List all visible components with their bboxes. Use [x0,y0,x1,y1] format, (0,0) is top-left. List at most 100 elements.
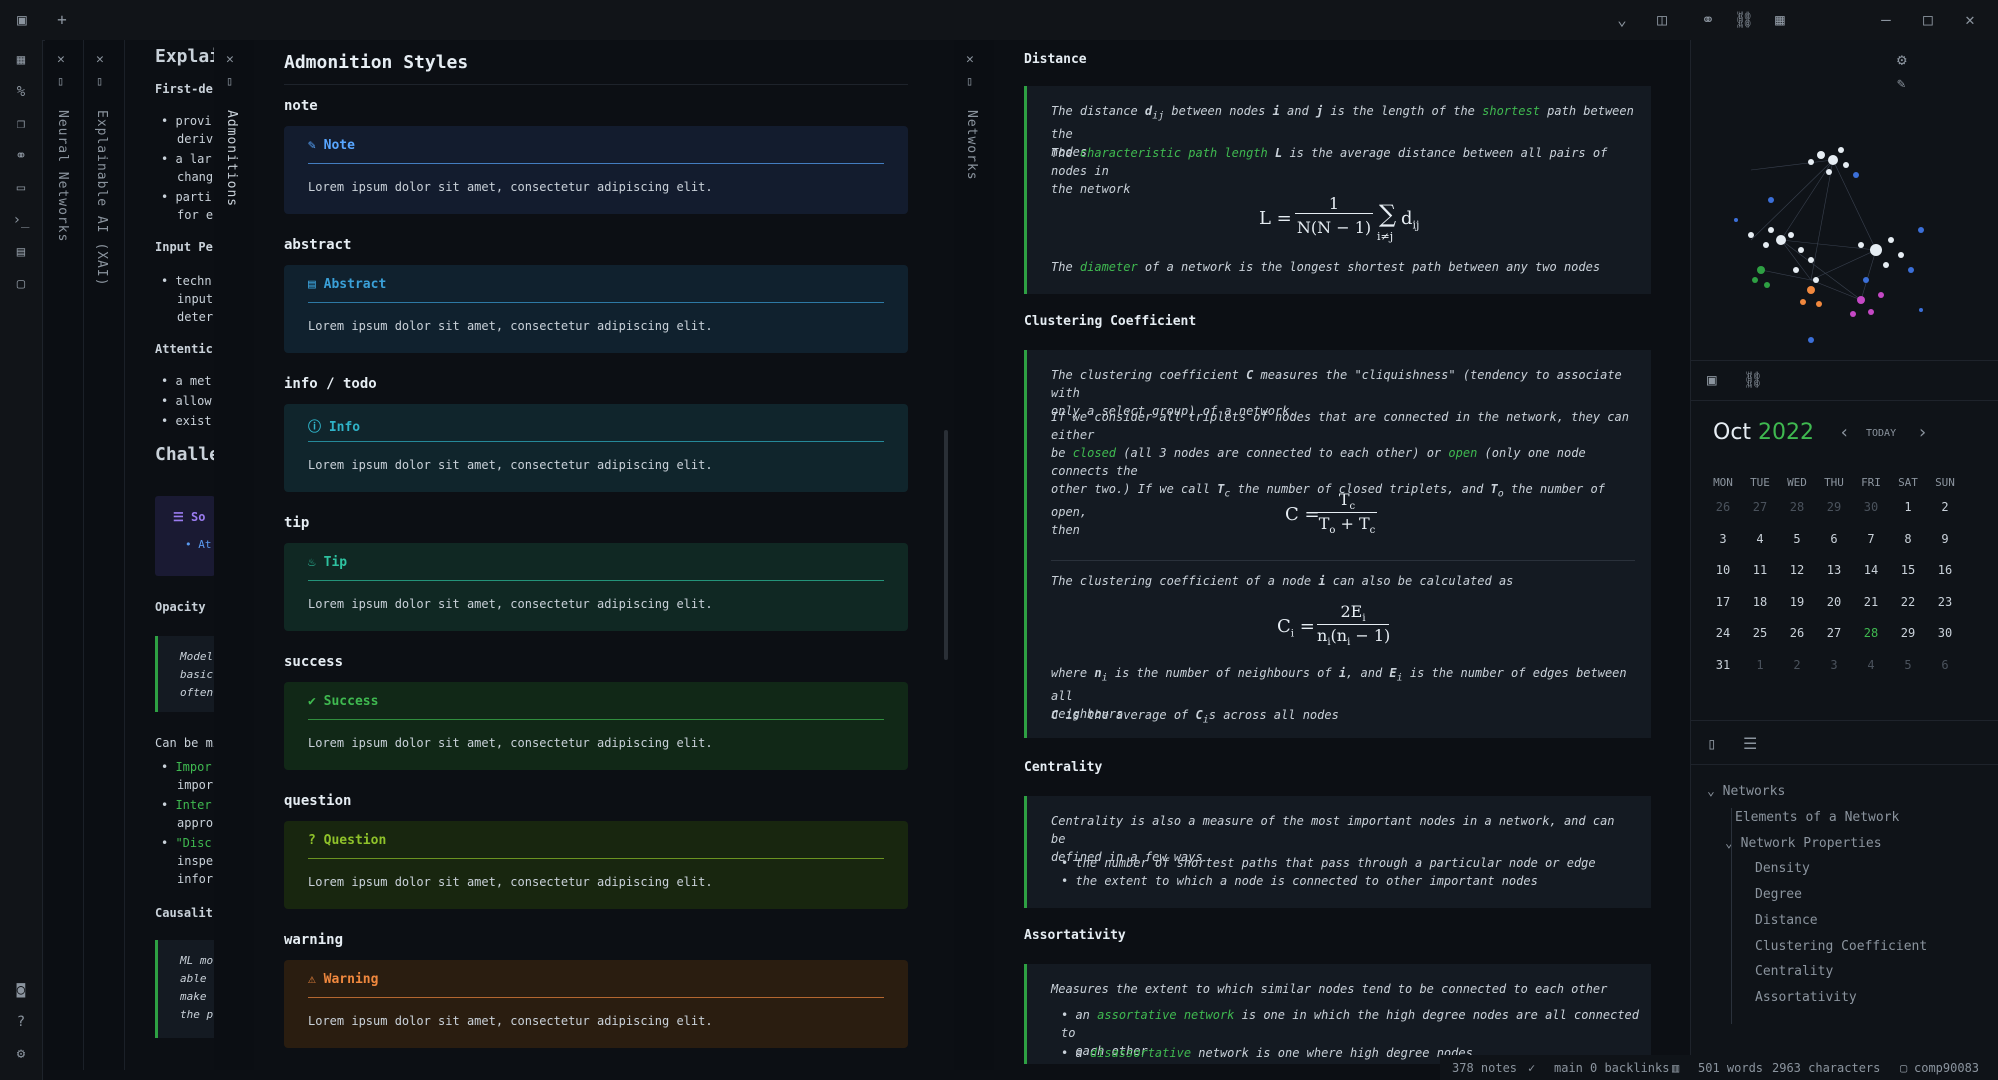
calendar-day[interactable]: 7 [1853,532,1889,546]
calendar-day[interactable]: 16 [1927,563,1963,577]
calendar-day[interactable]: 15 [1890,563,1926,577]
scrollbar[interactable] [944,430,948,660]
admonition-body: Lorem ipsum dolor sit amet, consectetur … [308,875,713,889]
char-count: 2963 characters [1772,1061,1881,1075]
calendar-day[interactable]: 8 [1890,532,1926,546]
close-icon[interactable]: ✕ [966,52,974,67]
outline-item[interactable]: ⌄ Network Properties [1725,836,1882,851]
graph-view-icon[interactable]: ⚭ [1696,8,1720,32]
admonition-heading: note [284,98,318,114]
outline-item[interactable]: Degree [1755,887,1802,902]
calendar-day[interactable]: 12 [1779,563,1815,577]
git-branch[interactable]: main [1554,1061,1583,1075]
calendar-day[interactable]: 10 [1705,563,1741,577]
calendar-day[interactable]: 6 [1927,658,1963,672]
calendar-day[interactable]: 6 [1816,532,1852,546]
table-icon[interactable]: ▦ [11,50,31,70]
maximize-icon[interactable]: □ [1916,8,1940,32]
chevron-down-icon[interactable]: ⌄ [1707,784,1715,799]
close-icon[interactable]: ✕ [226,52,234,67]
calendar-day[interactable]: 17 [1705,595,1741,609]
today-button[interactable]: TODAY [1866,428,1896,439]
settings-icon[interactable]: ⚙ [11,1044,31,1064]
calendar-day[interactable]: 20 [1816,595,1852,609]
calendar-day[interactable]: 22 [1890,595,1926,609]
calendar-day[interactable]: 3 [1705,532,1741,546]
close-icon[interactable]: ✕ [57,52,65,67]
calendar-day[interactable]: 27 [1742,500,1778,514]
outline-item[interactable]: Clustering Coefficient [1755,939,1927,954]
graph-view[interactable] [1711,80,1961,350]
calendar-day[interactable]: 30 [1853,500,1889,514]
outline-item[interactable]: Density [1755,861,1810,876]
minimize-icon[interactable]: – [1874,8,1898,32]
calendar-day[interactable]: 5 [1779,532,1815,546]
calendar-day[interactable]: 14 [1853,563,1889,577]
spine-neural-networks[interactable]: ✕ ▯ Neural Networks [45,40,84,1070]
spine-admonitions[interactable]: ✕ ▯ Admonitions [214,40,255,1070]
calendar-day[interactable]: 28 [1853,626,1889,640]
calendar-day[interactable]: 27 [1816,626,1852,640]
calendar-day[interactable]: 25 [1742,626,1778,640]
calendar-day[interactable]: 31 [1705,658,1741,672]
calendar-day[interactable]: 26 [1705,500,1741,514]
terminal-icon[interactable]: ›_ [11,210,31,230]
calendar-day[interactable]: 13 [1816,563,1852,577]
sync-check-icon[interactable]: ✓ [1528,1061,1535,1075]
calendar-day[interactable]: 4 [1742,532,1778,546]
outgoing-links-icon[interactable]: ⛓ [1732,8,1756,32]
calendar-day[interactable]: 4 [1853,658,1889,672]
calendar-day[interactable]: 18 [1742,595,1778,609]
calendar-tab-icon[interactable]: ▣ [1707,370,1717,389]
chevron-down-icon[interactable]: ⌄ [1610,8,1634,32]
table-icon[interactable]: ▦ [1768,8,1792,32]
daily-note-icon[interactable]: ▢ [11,274,31,294]
callout-line: Model [180,650,214,663]
graph-settings-icon[interactable]: ⚙ [1897,50,1907,69]
chevron-right-icon[interactable]: › [1917,422,1928,443]
graph-icon[interactable]: ⚭ [11,146,31,166]
calendar-day[interactable]: 24 [1705,626,1741,640]
outline-item[interactable]: Elements of a Network [1735,810,1899,825]
calendar-day[interactable]: 21 [1853,595,1889,609]
calendar-day[interactable]: 28 [1779,500,1815,514]
vault-icon[interactable]: ◙ [11,980,31,1000]
new-tab-icon[interactable]: + [50,8,74,32]
backlinks-count[interactable]: 0 backlinks [1590,1061,1669,1075]
spine-networks[interactable]: ✕ ▯ Networks [954,40,995,1070]
calendar-day[interactable]: 1 [1890,500,1926,514]
template-icon[interactable]: ▤ [11,242,31,262]
calendar-day[interactable]: 29 [1816,500,1852,514]
calendar-day[interactable]: 29 [1890,626,1926,640]
chevron-left-icon[interactable]: ‹ [1839,422,1850,443]
calendar-day[interactable]: 11 [1742,563,1778,577]
calendar-day[interactable]: 5 [1890,658,1926,672]
spine-explainable-ai[interactable]: ✕ ▯ Explainable AI (XAI) [84,40,125,1070]
outline-item[interactable]: Distance [1755,913,1818,928]
files-icon[interactable]: ❐ [11,114,31,134]
layout-icon[interactable]: ◫ [1650,8,1674,32]
calendar-day[interactable]: 23 [1927,595,1963,609]
calendar-day[interactable]: 19 [1779,595,1815,609]
close-icon[interactable]: ✕ [1958,8,1982,32]
outline-tab-icon[interactable]: ☰ [1743,734,1757,753]
close-icon[interactable]: ✕ [96,52,104,67]
backlinks-tab-icon[interactable]: ⛓ [1743,370,1763,389]
percent-code-icon[interactable]: % [11,82,31,102]
file-tab-icon[interactable]: ▯ [1707,734,1717,753]
calendar-day[interactable]: 3 [1816,658,1852,672]
calendar-day[interactable]: 26 [1779,626,1815,640]
outline-item[interactable]: Centrality [1755,964,1833,979]
calendar-day[interactable]: 1 [1742,658,1778,672]
calendar-day[interactable]: 2 [1779,658,1815,672]
outline-root[interactable]: ⌄ Networks [1707,784,1785,799]
help-icon[interactable]: ? [11,1012,31,1032]
sidebar-toggle-icon[interactable]: ▣ [10,8,34,32]
calendar-day[interactable]: 30 [1927,626,1963,640]
outline-item[interactable]: Assortativity [1755,990,1857,1005]
magic-wand-icon[interactable]: ✎ [1897,76,1905,92]
calendar-icon[interactable]: ▭ [11,178,31,198]
calendar-day[interactable]: 2 [1927,500,1963,514]
vault-name[interactable]: comp90083 [1914,1061,1979,1075]
calendar-day[interactable]: 9 [1927,532,1963,546]
